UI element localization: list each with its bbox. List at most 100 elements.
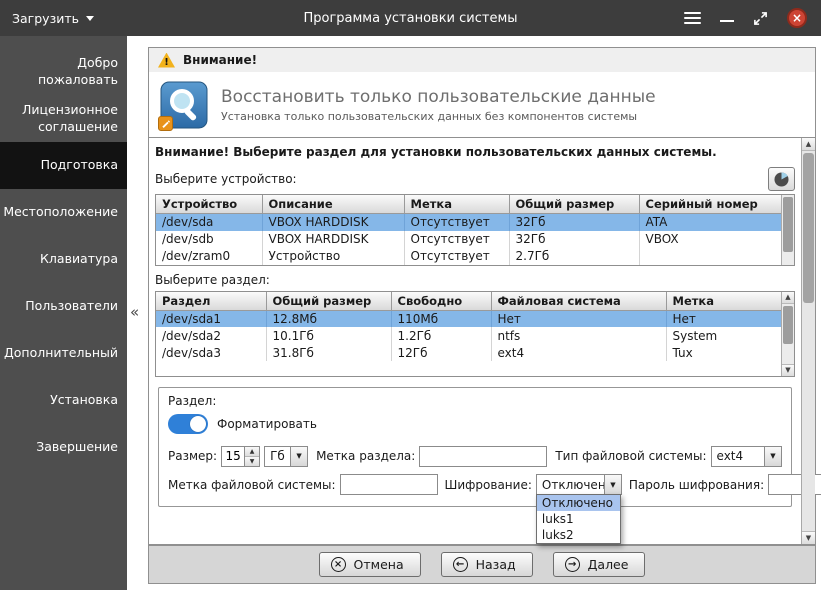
device-table-scrollbar[interactable] [781,195,794,265]
sidebar-item-installation[interactable]: Установка [0,377,127,424]
sidebar-item-welcome[interactable]: Добро пожаловать [0,48,127,95]
column-header[interactable]: Общий размер [509,195,640,214]
combo-arrow-icon: ▼ [603,475,621,494]
sidebar-item-users[interactable]: Пользователи [0,283,127,330]
sidebar-item-keyboard[interactable]: Клавиатура [0,236,127,283]
minimize-button[interactable] [720,20,734,22]
scrollbar-thumb[interactable] [803,153,814,303]
device-row-zram0[interactable]: /dev/zram0 Устройство Отсутствует 2.7Гб [156,247,781,265]
partition-label-label: Метка раздела: [316,449,416,463]
cell: VBOX HARDDISK [262,230,405,248]
chevron-down-icon [86,15,94,21]
dropdown-option-luks2[interactable]: luks2 [537,527,620,543]
titlebar: Загрузить Программа установки системы × [0,0,821,36]
cell [639,248,781,265]
cell: ntfs [491,327,667,344]
size-unit-combobox[interactable]: Гб ▼ [264,445,309,467]
cell: 1.2Гб [391,327,492,344]
back-label: Назад [475,557,516,572]
titlebar-actions: × [684,8,807,28]
cell: System [672,328,718,343]
scroll-down-icon[interactable]: ▼ [802,531,815,544]
close-button[interactable]: × [787,8,807,28]
maximize-button[interactable] [753,11,768,26]
combo-arrow-icon: ▼ [290,446,308,466]
column-header[interactable]: Общий размер [266,291,392,311]
cell: Отсутствует [404,213,510,231]
sidebar-item-finish[interactable]: Завершение [0,424,127,471]
next-button[interactable]: → Далее [552,552,646,577]
cancel-label: Отмена [353,557,404,572]
size-spinbox[interactable]: ▲ ▼ [221,445,261,467]
device-row-sdb[interactable]: /dev/sdb VBOX HARDDISK Отсутствует 32Гб … [156,230,781,248]
device-section-row: Выберите устройство: [155,167,795,191]
spin-down-icon[interactable]: ▼ [245,456,260,466]
cell: VBOX HARDDISK [262,213,405,231]
device-row-sda[interactable]: /dev/sda VBOX HARDDISK Отсутствует 32Гб … [156,213,781,231]
fs-label-input[interactable] [339,474,438,495]
installer-logo-icon [158,81,208,131]
encryption-combobox[interactable]: Отключено ▼ Отключено luks1 luks2 [535,474,622,544]
back-button[interactable]: ← Назад [440,552,533,577]
scroll-up-icon[interactable]: ▲ [782,291,794,304]
step-header: Восстановить только пользовательские дан… [148,72,816,138]
partition-table-header-row: Раздел Общий размер Свободно Файловая си… [156,291,781,311]
column-header[interactable]: Серийный номер [639,195,781,214]
dropdown-option-luks1[interactable]: luks1 [537,511,620,527]
size-label: Размер: [168,449,218,463]
menu-icon[interactable] [684,12,701,24]
cell: 10.1Гб [266,327,392,344]
cell: /dev/sda [156,213,263,231]
main-scrollbar[interactable]: ▲ ▼ [801,138,815,544]
cell: ext4 [491,344,667,361]
column-header[interactable]: Файловая система [491,291,667,311]
step-subtitle: Установка только пользовательских данных… [221,109,638,123]
partition-label-input[interactable] [419,445,548,467]
device-table: Устройство Описание Метка Общий размер С… [155,194,795,266]
dropdown-option-disabled[interactable]: Отключено [536,495,620,511]
step-title: Восстановить только пользовательские дан… [221,86,656,107]
format-row: Форматировать [168,413,782,434]
cell: 32Гб [509,213,640,231]
cell: 32Гб [509,230,640,248]
fs-type-value: ext4 [716,449,744,463]
format-toggle[interactable] [168,413,208,434]
encryption-value: Отключено [541,477,604,492]
spin-up-icon[interactable]: ▲ [245,446,260,457]
column-header[interactable]: Свободно [391,291,492,311]
sidebar-item-license[interactable]: Лицензионное соглашение [0,95,127,142]
disk-usage-button[interactable] [768,167,795,191]
size-row: Размер: ▲ ▼ Гб ▼ Метка раздела: Ти [168,445,782,467]
size-input[interactable] [222,446,245,466]
column-header[interactable]: Устройство [156,195,263,214]
partition-row-sda3[interactable]: /dev/sda3 31.8Гб 12Гб ext4 Tux [156,344,781,361]
password-label: Пароль шифрования: [628,477,765,492]
cell: ATA [639,213,781,231]
sidebar-collapse-button[interactable]: « [130,303,139,321]
column-header[interactable]: Метка [404,195,510,214]
cell: VBOX [645,232,679,246]
cell: Отсутствует [404,230,510,248]
partition-table-scrollbar[interactable]: ▲ ▼ [781,291,794,376]
cancel-button[interactable]: × Отмена [318,552,421,577]
partition-row-sda1[interactable]: /dev/sda1 12.8Мб 110Мб Нет Нет [156,310,781,327]
scroll-up-icon[interactable]: ▲ [802,138,815,151]
warning-banner: ! Внимание! [148,47,816,73]
sidebar-item-location[interactable]: Местоположение [0,189,127,236]
size-unit-value: Гб [270,449,285,463]
sidebar-item-preparation[interactable]: Подготовка [0,142,127,189]
partition-row-sda2[interactable]: /dev/sda2 10.1Гб 1.2Гб ntfs System [156,327,781,344]
sidebar-item-additional[interactable]: Дополнительный [0,330,127,377]
fs-type-combobox[interactable]: ext4 ▼ [710,445,782,467]
cell: Отсутствует [404,247,510,265]
sidebar: Добро пожаловать Лицензионное соглашение… [0,36,127,590]
cell: /dev/sda3 [156,344,267,361]
load-menu-button[interactable]: Загрузить [12,11,94,26]
cell: Нет [666,310,781,327]
next-icon: → [564,557,580,572]
column-header[interactable]: Раздел [156,291,267,311]
scroll-down-icon[interactable]: ▼ [782,363,794,376]
column-header[interactable]: Описание [262,195,405,214]
column-header[interactable]: Метка [666,291,781,311]
cell: 12.8Мб [266,310,392,327]
